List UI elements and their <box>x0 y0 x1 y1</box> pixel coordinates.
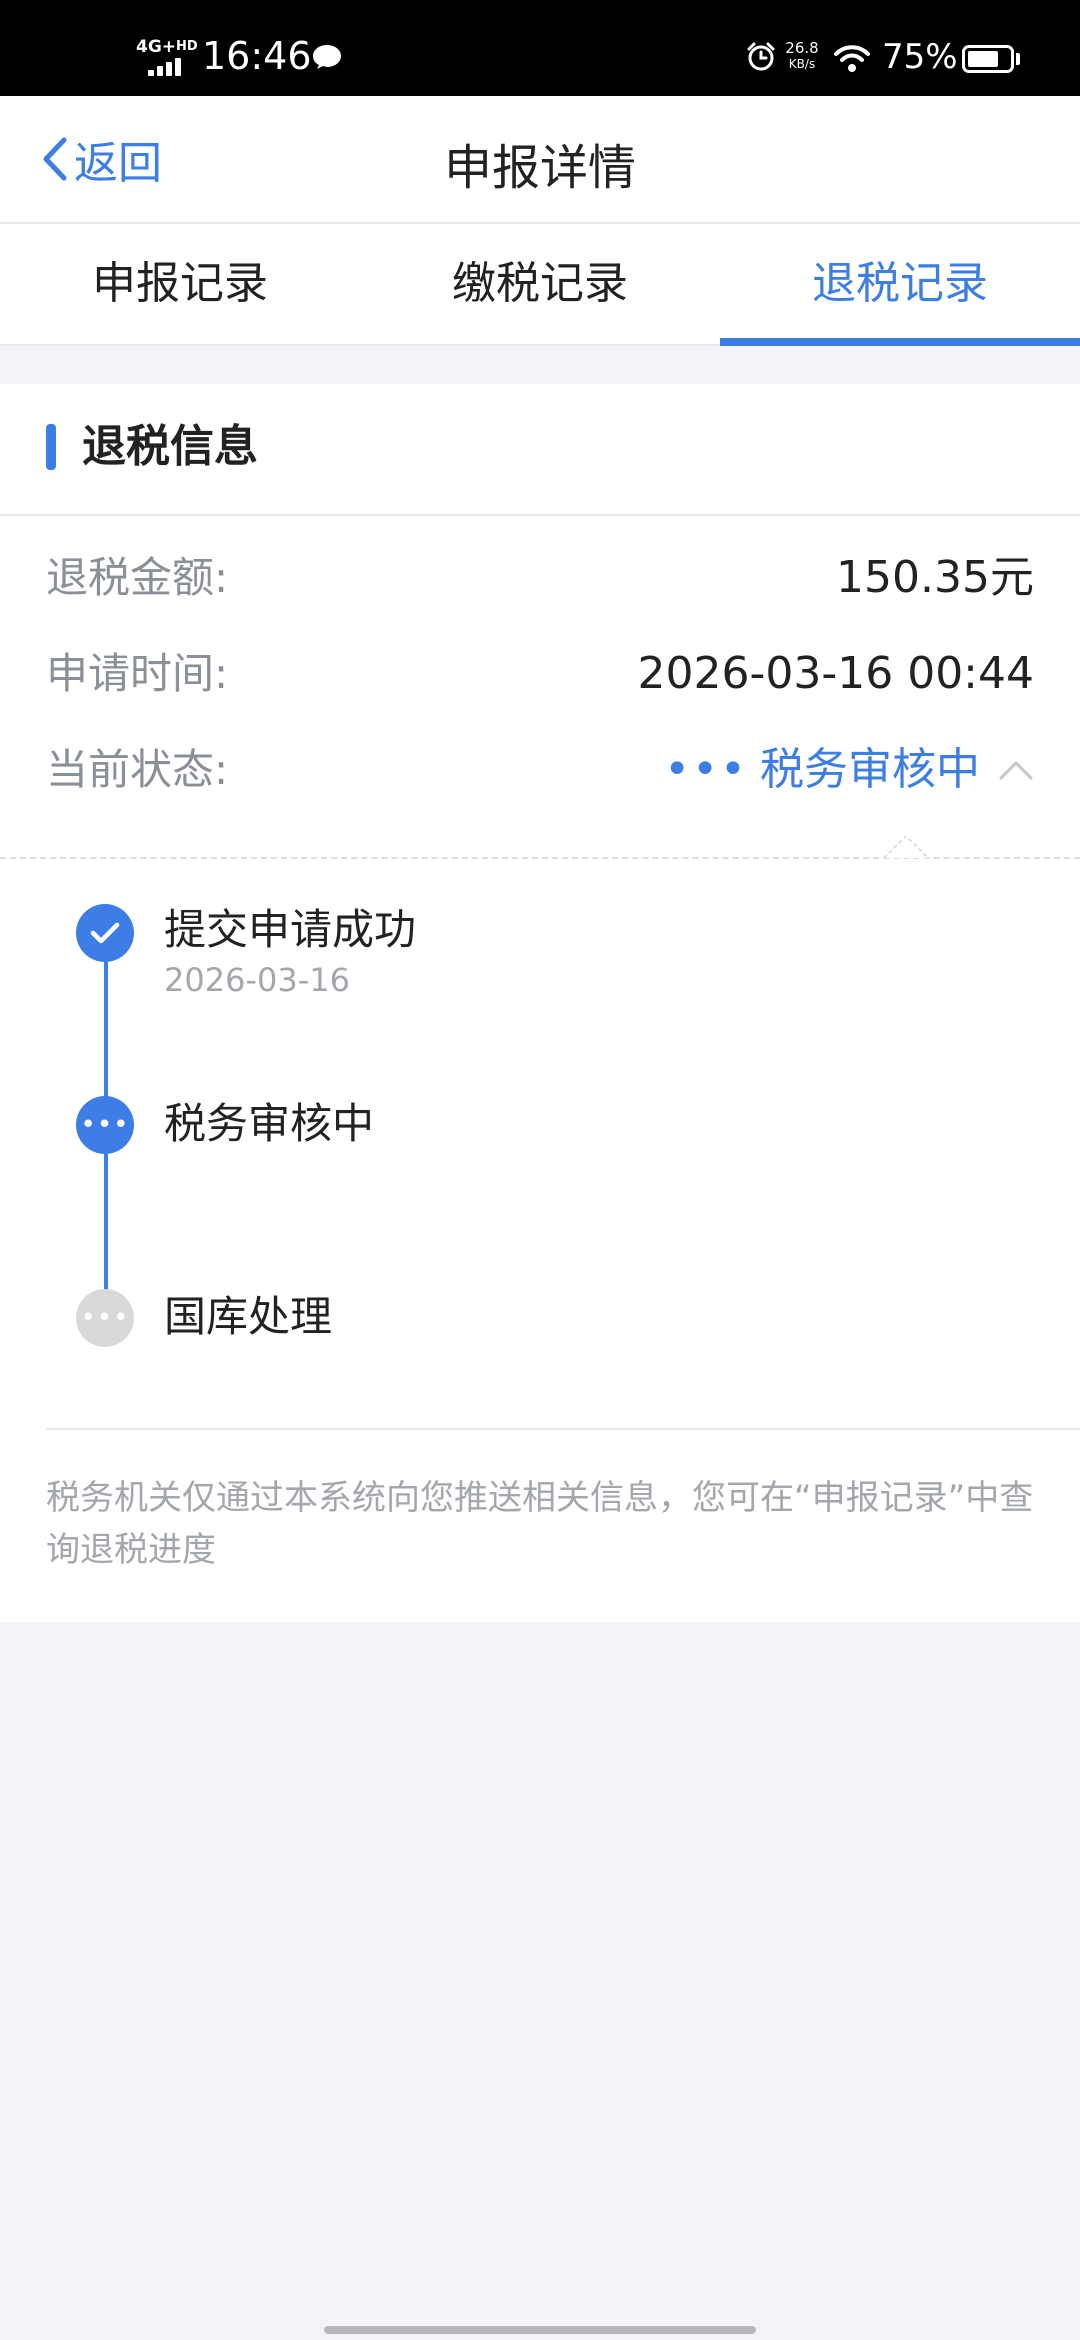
tab-bar: 申报记录 缴税记录 退税记录 <box>0 224 1080 346</box>
apply-time-row: 申请时间: 2026-03-16 00:44 <box>46 634 1034 714</box>
tab-payment-records[interactable]: 缴税记录 <box>360 224 720 344</box>
network-type: 4G+HD <box>136 37 198 57</box>
battery-icon <box>962 45 1014 73</box>
status-toggle[interactable]: ••• 税务审核中 <box>664 730 1034 810</box>
battery-tip <box>1016 53 1020 65</box>
page-title: 申报详情 <box>443 140 636 196</box>
checkmark-icon <box>90 922 120 944</box>
timeline-step-date: 2026-03-16 <box>164 961 350 999</box>
refund-amount-label: 退税金额: <box>46 553 229 602</box>
apply-time-label: 申请时间: <box>46 649 229 698</box>
status-row: 当前状态: ••• 税务审核中 <box>46 730 1034 810</box>
popover-arrow <box>884 836 928 858</box>
status-value: 税务审核中 <box>760 744 980 795</box>
more-dots-icon: ••• <box>80 1303 130 1333</box>
status-label: 当前状态: <box>46 745 229 794</box>
network-speed: 26.8 KB/s <box>785 39 819 71</box>
nav-bar: 返回 申报详情 <box>0 96 1080 224</box>
timeline-node-pending: ••• <box>76 1289 134 1347</box>
more-dots-icon: ••• <box>664 744 748 795</box>
refund-info-card: 退税信息 退税金额: 150.35元 申请时间: 2026-03-16 00:4… <box>0 384 1080 1622</box>
section-title: 退税信息 <box>82 421 258 472</box>
timeline-node-done <box>76 904 134 962</box>
clock-time: 16:46 <box>202 34 312 78</box>
timeline-node-current: ••• <box>76 1096 134 1154</box>
notice-text: 税务机关仅通过本系统向您推送相关信息，您可在“申报记录”中查询退税进度 <box>46 1478 1034 1570</box>
more-dots-icon: ••• <box>80 1110 130 1140</box>
refund-amount-row: 退税金额: 150.35元 <box>46 538 1034 618</box>
message-icon <box>313 45 341 69</box>
refund-amount-value: 150.35元 <box>836 552 1034 603</box>
divider <box>46 1428 1080 1430</box>
section-accent-bar <box>46 424 56 470</box>
wifi-icon <box>834 45 870 72</box>
timeline-step-title: 提交申请成功 <box>164 905 417 954</box>
alarm-icon <box>747 42 775 71</box>
signal-icon <box>148 58 184 76</box>
home-indicator[interactable] <box>324 2326 756 2334</box>
status-bar: 4G+HD 16:46 26.8 KB/s 75% <box>0 0 1080 96</box>
tab-declaration-records[interactable]: 申报记录 <box>0 224 360 344</box>
battery-fill <box>968 51 998 67</box>
apply-time-value: 2026-03-16 00:44 <box>637 648 1035 699</box>
timeline-step-title: 税务审核中 <box>164 1099 375 1148</box>
section-header: 退税信息 <box>0 384 1080 516</box>
timeline-step-title: 国库处理 <box>164 1292 333 1341</box>
tab-refund-records[interactable]: 退税记录 <box>720 224 1080 346</box>
battery-percent: 75% <box>882 37 958 77</box>
chevron-up-icon <box>999 761 1033 780</box>
